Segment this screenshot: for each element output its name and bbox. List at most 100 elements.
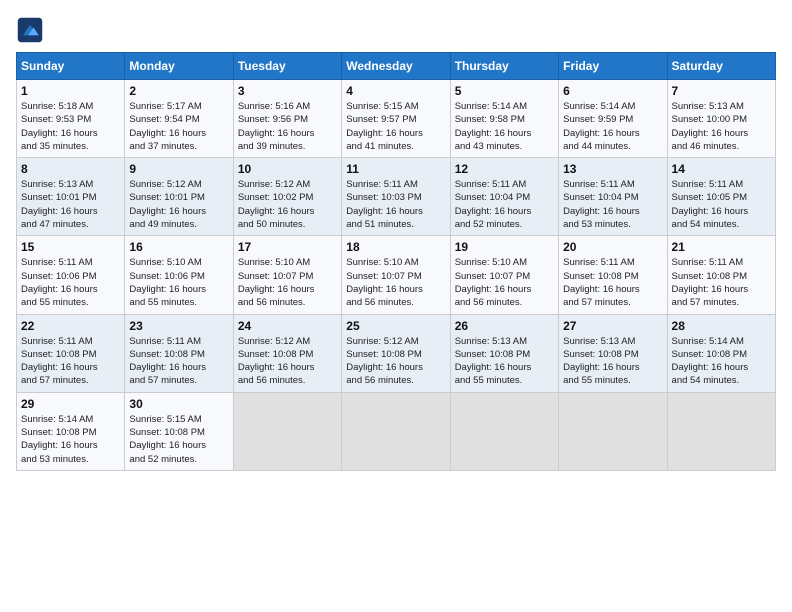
day-number: 7 bbox=[672, 84, 771, 98]
day-number: 22 bbox=[21, 319, 120, 333]
day-number: 1 bbox=[21, 84, 120, 98]
day-number: 23 bbox=[129, 319, 228, 333]
logo-icon bbox=[16, 16, 44, 44]
day-info: Sunrise: 5:14 AM Sunset: 10:08 PM Daylig… bbox=[21, 413, 120, 466]
weekday-header-monday: Monday bbox=[125, 53, 233, 80]
calendar-cell: 5 Sunrise: 5:14 AM Sunset: 9:58 PM Daylig… bbox=[450, 80, 558, 158]
weekday-header-thursday: Thursday bbox=[450, 53, 558, 80]
calendar-cell: 10 Sunrise: 5:12 AM Sunset: 10:02 PM Dayl… bbox=[233, 158, 341, 236]
calendar-table: SundayMondayTuesdayWednesdayThursdayFrid… bbox=[16, 52, 776, 471]
day-number: 16 bbox=[129, 240, 228, 254]
calendar-cell: 24 Sunrise: 5:12 AM Sunset: 10:08 PM Dayl… bbox=[233, 314, 341, 392]
day-info: Sunrise: 5:12 AM Sunset: 10:08 PM Daylig… bbox=[238, 335, 337, 388]
day-number: 18 bbox=[346, 240, 445, 254]
calendar-cell: 8 Sunrise: 5:13 AM Sunset: 10:01 PM Dayli… bbox=[17, 158, 125, 236]
day-info: Sunrise: 5:11 AM Sunset: 10:06 PM Daylig… bbox=[21, 256, 120, 309]
day-number: 14 bbox=[672, 162, 771, 176]
day-info: Sunrise: 5:12 AM Sunset: 10:01 PM Daylig… bbox=[129, 178, 228, 231]
day-info: Sunrise: 5:14 AM Sunset: 9:58 PM Dayligh… bbox=[455, 100, 554, 153]
calendar-cell bbox=[342, 392, 450, 470]
day-number: 25 bbox=[346, 319, 445, 333]
day-number: 17 bbox=[238, 240, 337, 254]
logo bbox=[16, 16, 48, 44]
day-number: 10 bbox=[238, 162, 337, 176]
calendar-cell bbox=[450, 392, 558, 470]
calendar-cell: 16 Sunrise: 5:10 AM Sunset: 10:06 PM Dayl… bbox=[125, 236, 233, 314]
calendar-cell: 19 Sunrise: 5:10 AM Sunset: 10:07 PM Dayl… bbox=[450, 236, 558, 314]
calendar-cell: 20 Sunrise: 5:11 AM Sunset: 10:08 PM Dayl… bbox=[559, 236, 667, 314]
day-number: 8 bbox=[21, 162, 120, 176]
day-info: Sunrise: 5:11 AM Sunset: 10:03 PM Daylig… bbox=[346, 178, 445, 231]
calendar-cell: 17 Sunrise: 5:10 AM Sunset: 10:07 PM Dayl… bbox=[233, 236, 341, 314]
day-info: Sunrise: 5:11 AM Sunset: 10:08 PM Daylig… bbox=[563, 256, 662, 309]
day-number: 26 bbox=[455, 319, 554, 333]
calendar-cell: 28 Sunrise: 5:14 AM Sunset: 10:08 PM Dayl… bbox=[667, 314, 775, 392]
day-info: Sunrise: 5:14 AM Sunset: 9:59 PM Dayligh… bbox=[563, 100, 662, 153]
day-info: Sunrise: 5:11 AM Sunset: 10:08 PM Daylig… bbox=[672, 256, 771, 309]
day-number: 2 bbox=[129, 84, 228, 98]
day-info: Sunrise: 5:13 AM Sunset: 10:00 PM Daylig… bbox=[672, 100, 771, 153]
calendar-cell: 21 Sunrise: 5:11 AM Sunset: 10:08 PM Dayl… bbox=[667, 236, 775, 314]
weekday-header-saturday: Saturday bbox=[667, 53, 775, 80]
calendar-cell: 14 Sunrise: 5:11 AM Sunset: 10:05 PM Dayl… bbox=[667, 158, 775, 236]
day-info: Sunrise: 5:11 AM Sunset: 10:05 PM Daylig… bbox=[672, 178, 771, 231]
calendar-cell: 12 Sunrise: 5:11 AM Sunset: 10:04 PM Dayl… bbox=[450, 158, 558, 236]
day-info: Sunrise: 5:11 AM Sunset: 10:08 PM Daylig… bbox=[21, 335, 120, 388]
weekday-header-sunday: Sunday bbox=[17, 53, 125, 80]
day-info: Sunrise: 5:10 AM Sunset: 10:07 PM Daylig… bbox=[346, 256, 445, 309]
day-info: Sunrise: 5:15 AM Sunset: 9:57 PM Dayligh… bbox=[346, 100, 445, 153]
calendar-cell: 4 Sunrise: 5:15 AM Sunset: 9:57 PM Daylig… bbox=[342, 80, 450, 158]
calendar-cell bbox=[559, 392, 667, 470]
day-info: Sunrise: 5:16 AM Sunset: 9:56 PM Dayligh… bbox=[238, 100, 337, 153]
day-info: Sunrise: 5:15 AM Sunset: 10:08 PM Daylig… bbox=[129, 413, 228, 466]
calendar-cell: 23Sunrise: 5:11 AM Sunset: 10:08 PM Dayl… bbox=[125, 314, 233, 392]
day-number: 4 bbox=[346, 84, 445, 98]
calendar-cell: 26 Sunrise: 5:13 AM Sunset: 10:08 PM Dayl… bbox=[450, 314, 558, 392]
calendar-cell bbox=[233, 392, 341, 470]
calendar-cell: 15 Sunrise: 5:11 AM Sunset: 10:06 PM Dayl… bbox=[17, 236, 125, 314]
calendar-cell: 27 Sunrise: 5:13 AM Sunset: 10:08 PM Dayl… bbox=[559, 314, 667, 392]
calendar-cell: 1Sunrise: 5:18 AM Sunset: 9:53 PM Daylig… bbox=[17, 80, 125, 158]
day-info: Sunrise: 5:11 AM Sunset: 10:04 PM Daylig… bbox=[563, 178, 662, 231]
day-number: 27 bbox=[563, 319, 662, 333]
day-info: Sunrise: 5:12 AM Sunset: 10:02 PM Daylig… bbox=[238, 178, 337, 231]
calendar-cell: 6 Sunrise: 5:14 AM Sunset: 9:59 PM Daylig… bbox=[559, 80, 667, 158]
calendar-cell: 29Sunrise: 5:14 AM Sunset: 10:08 PM Dayl… bbox=[17, 392, 125, 470]
day-number: 9 bbox=[129, 162, 228, 176]
weekday-header-wednesday: Wednesday bbox=[342, 53, 450, 80]
day-number: 19 bbox=[455, 240, 554, 254]
calendar-cell: 30Sunrise: 5:15 AM Sunset: 10:08 PM Dayl… bbox=[125, 392, 233, 470]
day-number: 13 bbox=[563, 162, 662, 176]
day-info: Sunrise: 5:13 AM Sunset: 10:01 PM Daylig… bbox=[21, 178, 120, 231]
header bbox=[16, 16, 776, 44]
day-info: Sunrise: 5:11 AM Sunset: 10:04 PM Daylig… bbox=[455, 178, 554, 231]
day-number: 20 bbox=[563, 240, 662, 254]
day-number: 12 bbox=[455, 162, 554, 176]
calendar-cell: 3 Sunrise: 5:16 AM Sunset: 9:56 PM Daylig… bbox=[233, 80, 341, 158]
day-number: 24 bbox=[238, 319, 337, 333]
calendar-cell bbox=[667, 392, 775, 470]
day-number: 5 bbox=[455, 84, 554, 98]
day-number: 21 bbox=[672, 240, 771, 254]
day-info: Sunrise: 5:14 AM Sunset: 10:08 PM Daylig… bbox=[672, 335, 771, 388]
calendar-cell: 2 Sunrise: 5:17 AM Sunset: 9:54 PM Daylig… bbox=[125, 80, 233, 158]
day-info: Sunrise: 5:13 AM Sunset: 10:08 PM Daylig… bbox=[455, 335, 554, 388]
weekday-header-friday: Friday bbox=[559, 53, 667, 80]
day-info: Sunrise: 5:13 AM Sunset: 10:08 PM Daylig… bbox=[563, 335, 662, 388]
calendar-cell: 9 Sunrise: 5:12 AM Sunset: 10:01 PM Dayli… bbox=[125, 158, 233, 236]
day-info: Sunrise: 5:10 AM Sunset: 10:07 PM Daylig… bbox=[238, 256, 337, 309]
day-info: Sunrise: 5:10 AM Sunset: 10:06 PM Daylig… bbox=[129, 256, 228, 309]
calendar-cell: 18 Sunrise: 5:10 AM Sunset: 10:07 PM Dayl… bbox=[342, 236, 450, 314]
day-number: 3 bbox=[238, 84, 337, 98]
weekday-header-tuesday: Tuesday bbox=[233, 53, 341, 80]
calendar-cell: 11 Sunrise: 5:11 AM Sunset: 10:03 PM Dayl… bbox=[342, 158, 450, 236]
day-number: 6 bbox=[563, 84, 662, 98]
calendar-cell: 22 Sunrise: 5:11 AM Sunset: 10:08 PM Dayl… bbox=[17, 314, 125, 392]
calendar-cell: 7 Sunrise: 5:13 AM Sunset: 10:00 PM Dayli… bbox=[667, 80, 775, 158]
calendar-cell: 13 Sunrise: 5:11 AM Sunset: 10:04 PM Dayl… bbox=[559, 158, 667, 236]
day-number: 15 bbox=[21, 240, 120, 254]
day-info: Sunrise: 5:10 AM Sunset: 10:07 PM Daylig… bbox=[455, 256, 554, 309]
day-info: Sunrise: 5:17 AM Sunset: 9:54 PM Dayligh… bbox=[129, 100, 228, 153]
day-number: 28 bbox=[672, 319, 771, 333]
day-number: 11 bbox=[346, 162, 445, 176]
